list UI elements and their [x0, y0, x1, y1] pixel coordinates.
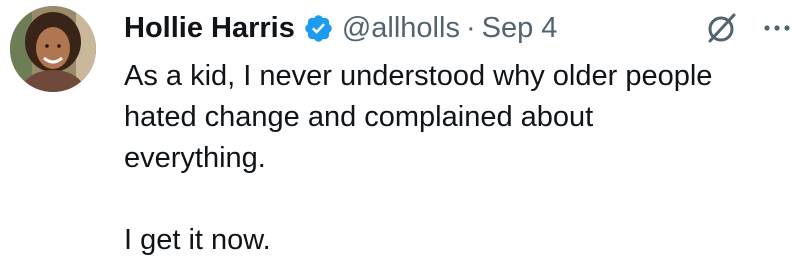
- tweet-paragraph: As a kid, I never understood why older p…: [124, 60, 713, 174]
- tweet-actions: [704, 10, 792, 46]
- author-handle[interactable]: @allholls: [342, 12, 460, 45]
- avatar[interactable]: [10, 6, 96, 92]
- author-name[interactable]: Hollie Harris: [124, 12, 295, 45]
- tweet[interactable]: Hollie Harris @allholls · Sep 4 As a kid…: [0, 0, 800, 277]
- header-separator: ·: [465, 11, 476, 44]
- more-options-icon[interactable]: [762, 13, 792, 43]
- grok-icon[interactable]: [704, 10, 740, 46]
- avatar-photo: [10, 6, 96, 92]
- tweet-date[interactable]: Sep 4: [482, 12, 558, 45]
- verified-badge-icon[interactable]: [303, 13, 334, 44]
- tweet-text: As a kid, I never understood why older p…: [124, 56, 780, 261]
- tweet-paragraph: I get it now.: [124, 224, 271, 256]
- tweet-header: Hollie Harris @allholls · Sep 4: [124, 8, 790, 48]
